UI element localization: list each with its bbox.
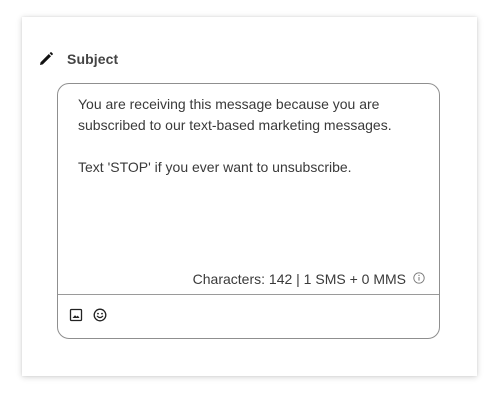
- message-line-2: subscribed to our text-based marketing m…: [78, 117, 392, 133]
- message-textarea[interactable]: You are receiving this message because y…: [78, 94, 418, 264]
- message-line-4: Text 'STOP' if you ever want to unsubscr…: [78, 159, 352, 175]
- subject-label: Subject: [67, 51, 119, 67]
- character-counter-text: Characters: 142 | 1 SMS + 0 MMS: [192, 271, 406, 287]
- composer-toolbar: [69, 308, 107, 322]
- composer-divider: [58, 294, 439, 295]
- pencil-icon: [39, 52, 53, 66]
- message-card: Subject You are receiving this message b…: [22, 17, 477, 376]
- message-line-1: You are receiving this message because y…: [78, 96, 380, 112]
- emoji-icon[interactable]: [93, 308, 107, 322]
- image-icon[interactable]: [69, 308, 83, 322]
- message-composer: You are receiving this message because y…: [57, 83, 440, 339]
- subject-header: Subject: [39, 50, 118, 68]
- info-icon[interactable]: [413, 271, 425, 284]
- character-counter: Characters: 142 | 1 SMS + 0 MMS: [193, 271, 425, 287]
